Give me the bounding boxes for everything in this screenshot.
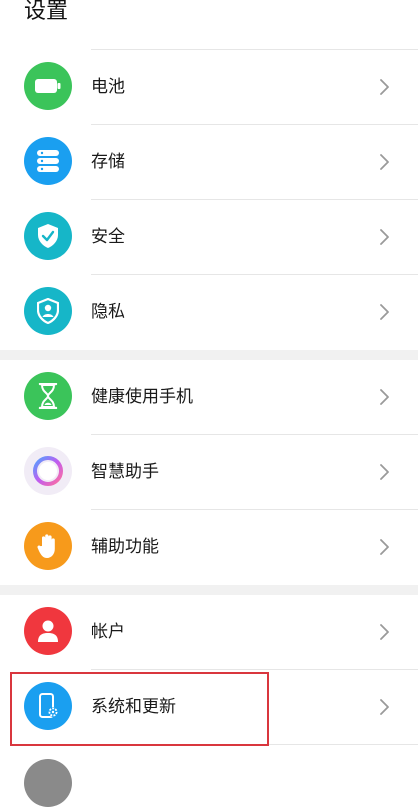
chevron-right-icon xyxy=(380,539,389,555)
page-title: 设置 xyxy=(24,0,69,24)
settings-item-label: 安全 xyxy=(91,227,125,247)
settings-group-device: 电池 存储 安全 隐私 xyxy=(0,50,418,350)
settings-item-label: 帐户 xyxy=(91,622,125,642)
settings-item-security[interactable]: 安全 xyxy=(0,200,418,275)
chevron-right-icon xyxy=(380,699,389,715)
settings-item-label: 隐私 xyxy=(91,302,125,322)
settings-item-digital-balance[interactable]: 健康使用手机 xyxy=(0,360,418,435)
chevron-right-icon xyxy=(380,79,389,95)
settings-group-assist: 健康使用手机 智慧助手 辅助功能 xyxy=(0,360,418,585)
settings-item-accessibility[interactable]: 辅助功能 xyxy=(0,510,418,585)
settings-item-storage[interactable]: 存储 xyxy=(0,125,418,200)
settings-item-assistant[interactable]: 智慧助手 xyxy=(0,435,418,510)
settings-item-label: 电池 xyxy=(91,77,125,97)
assistant-orb-icon xyxy=(24,447,72,495)
settings-item-battery[interactable]: 电池 xyxy=(0,50,418,125)
hand-icon xyxy=(24,522,72,570)
settings-group-system: 帐户 系统和更新 xyxy=(0,595,418,745)
settings-item-partial-icon xyxy=(24,759,72,807)
chevron-right-icon xyxy=(380,389,389,405)
chevron-right-icon xyxy=(380,304,389,320)
chevron-right-icon xyxy=(380,154,389,170)
settings-item-label: 辅助功能 xyxy=(91,537,159,557)
chevron-right-icon xyxy=(380,229,389,245)
settings-item-label: 存储 xyxy=(91,152,125,172)
system-update-icon xyxy=(24,682,72,730)
privacy-icon xyxy=(24,287,72,335)
battery-icon xyxy=(24,62,72,110)
security-shield-icon xyxy=(24,212,72,260)
chevron-right-icon xyxy=(380,624,389,640)
divider xyxy=(91,744,418,745)
account-icon xyxy=(24,607,72,655)
settings-item-system-update[interactable]: 系统和更新 xyxy=(0,670,418,745)
settings-item-privacy[interactable]: 隐私 xyxy=(0,275,418,350)
chevron-right-icon xyxy=(380,464,389,480)
group-separator xyxy=(0,585,418,595)
settings-item-label: 智慧助手 xyxy=(91,462,159,482)
hourglass-icon xyxy=(24,372,72,420)
settings-item-label: 系统和更新 xyxy=(91,697,176,717)
settings-item-account[interactable]: 帐户 xyxy=(0,595,418,670)
settings-item-label: 健康使用手机 xyxy=(91,387,193,407)
storage-icon xyxy=(24,137,72,185)
group-separator xyxy=(0,350,418,360)
